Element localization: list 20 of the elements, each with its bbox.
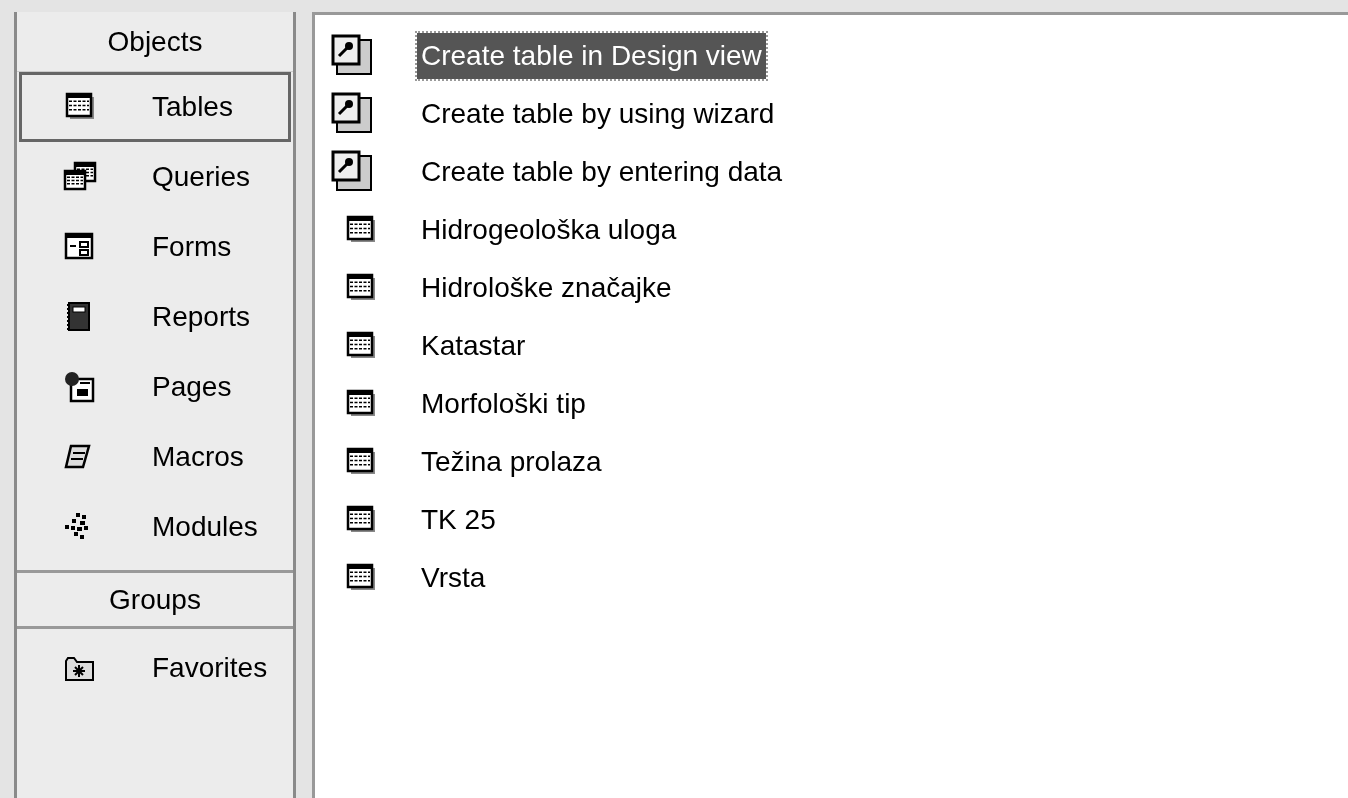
list-item[interactable]: TK 25 [417,497,500,543]
object-type-button[interactable]: Queries [19,142,291,212]
list-item[interactable]: Create table in Design view [417,33,766,79]
list-item[interactable]: Vrsta [417,555,490,601]
object-type-button[interactable]: Favorites [19,633,291,703]
object-type-button[interactable]: Pages [19,352,291,422]
list-item[interactable]: Katastar [417,323,530,369]
object-type-button[interactable]: Forms [19,212,291,282]
object-type-button[interactable]: Reports [19,282,291,352]
object-type-button[interactable]: Modules [19,492,291,562]
section-header[interactable]: Groups [17,573,293,629]
list-item[interactable]: Hidrološke značajke [417,265,676,311]
list-item[interactable]: Create table by entering data [417,149,787,195]
list-item[interactable]: Hidrogeološka uloga [417,207,681,253]
stacked-tables-icon [62,161,98,193]
list-item[interactable]: Morfološki tip [417,381,590,427]
list-item[interactable]: Create table by using wizard [417,91,779,137]
object-type-button[interactable]: Tables [19,72,291,142]
object-type-button[interactable]: Macros [19,422,291,492]
list-item[interactable]: Težina prolaza [417,439,606,485]
